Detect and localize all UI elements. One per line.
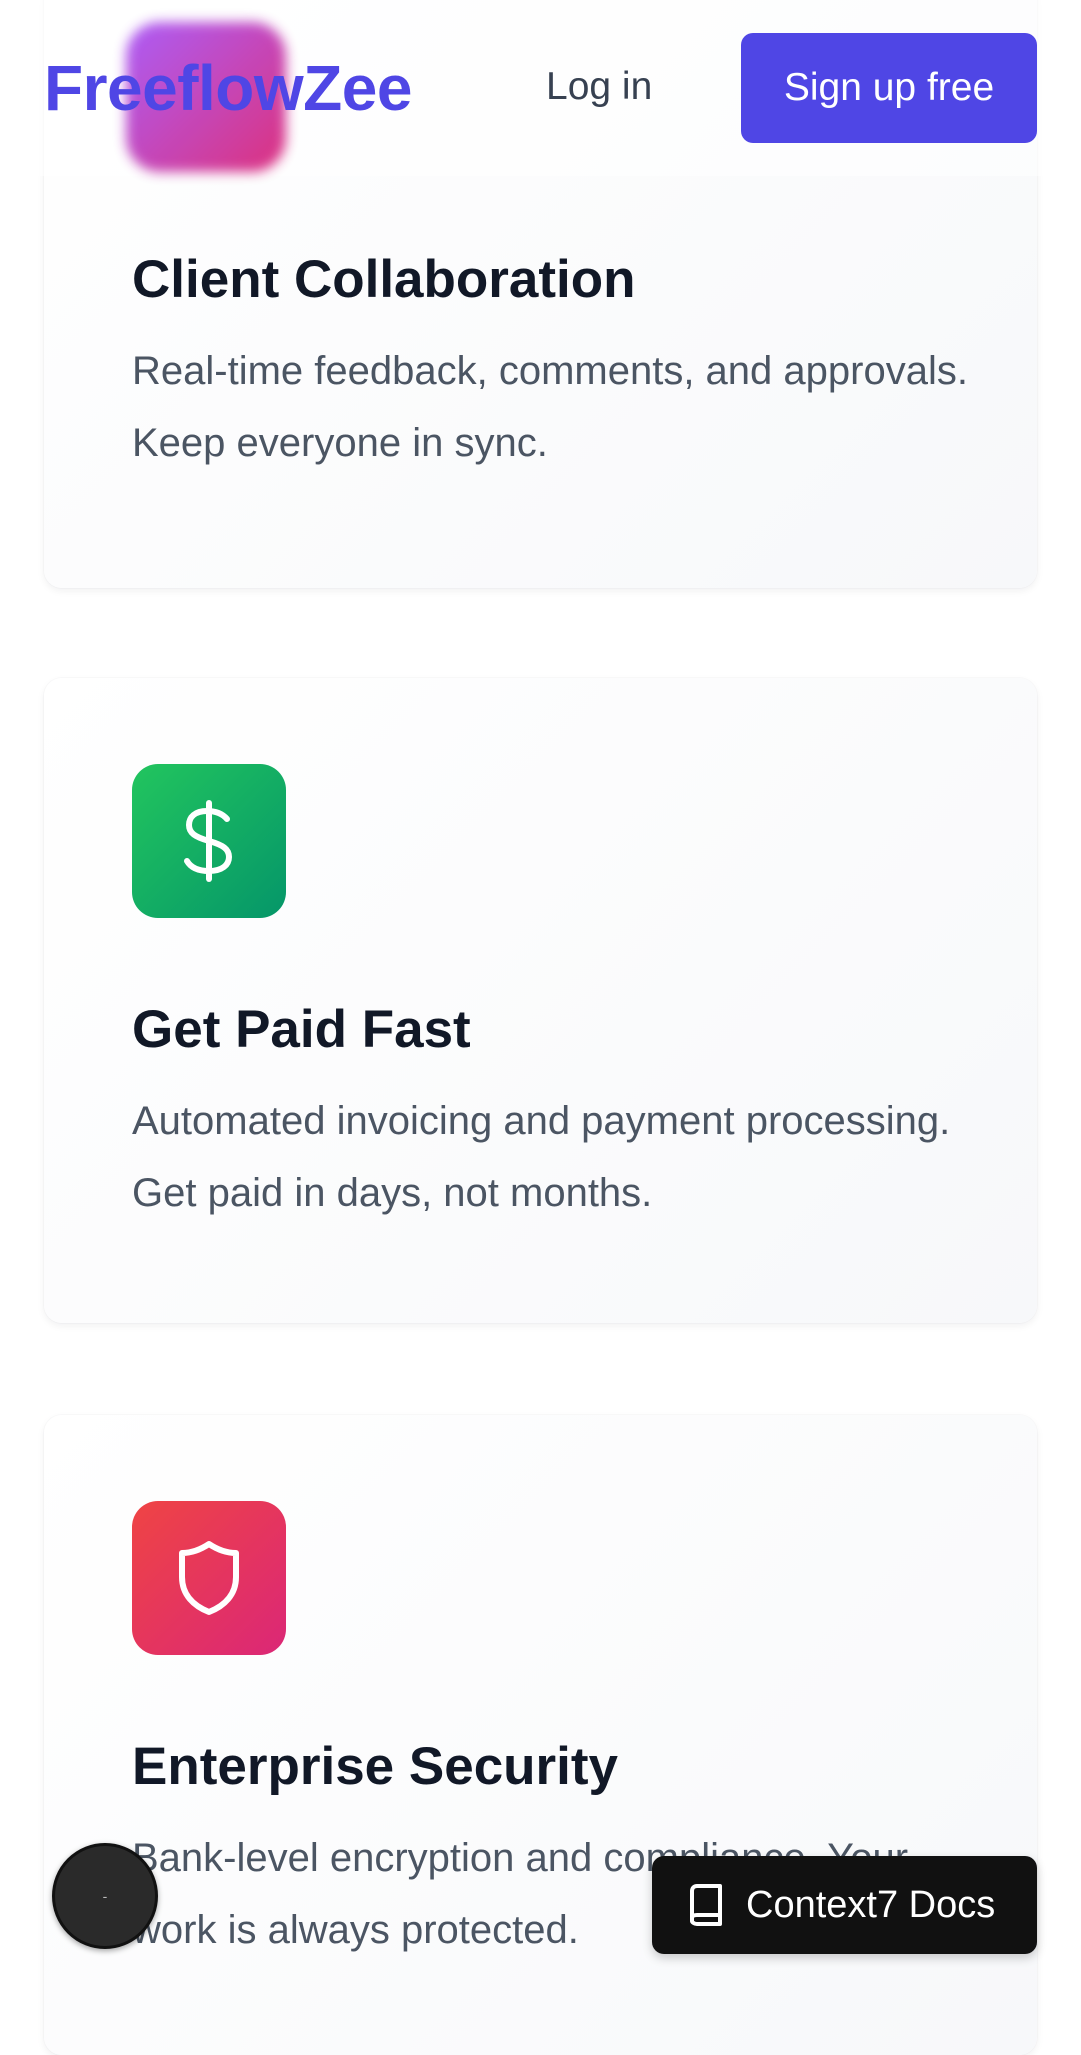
floating-action-button[interactable]: - bbox=[52, 1843, 158, 1949]
docs-button[interactable]: Context7 Docs bbox=[652, 1856, 1037, 1954]
site-header: FreeflowZee Log in Sign up free bbox=[0, 0, 1081, 176]
feature-title: Get Paid Fast bbox=[132, 1000, 471, 1059]
feature-description: Automated invoicing and payment processi… bbox=[132, 1099, 951, 1215]
docs-button-label: Context7 Docs bbox=[746, 1883, 996, 1926]
shield-icon bbox=[132, 1501, 286, 1655]
dollar-icon bbox=[132, 764, 286, 918]
floating-button-label: - bbox=[102, 1888, 108, 1904]
signup-button[interactable]: Sign up free bbox=[741, 33, 1037, 143]
feature-card-enterprise-security: Enterprise Security Bank-level encryptio… bbox=[44, 1415, 1037, 2055]
book-icon bbox=[688, 1883, 724, 1927]
login-link[interactable]: Log in bbox=[546, 60, 652, 114]
feature-title: Client Collaboration bbox=[132, 250, 636, 309]
brand-logo[interactable]: FreeflowZee bbox=[44, 48, 412, 128]
feature-card-get-paid-fast: Get Paid Fast Automated invoicing and pa… bbox=[44, 678, 1037, 1323]
feature-description: Real-time feedback, comments, and approv… bbox=[132, 349, 968, 465]
feature-title: Enterprise Security bbox=[132, 1737, 619, 1796]
